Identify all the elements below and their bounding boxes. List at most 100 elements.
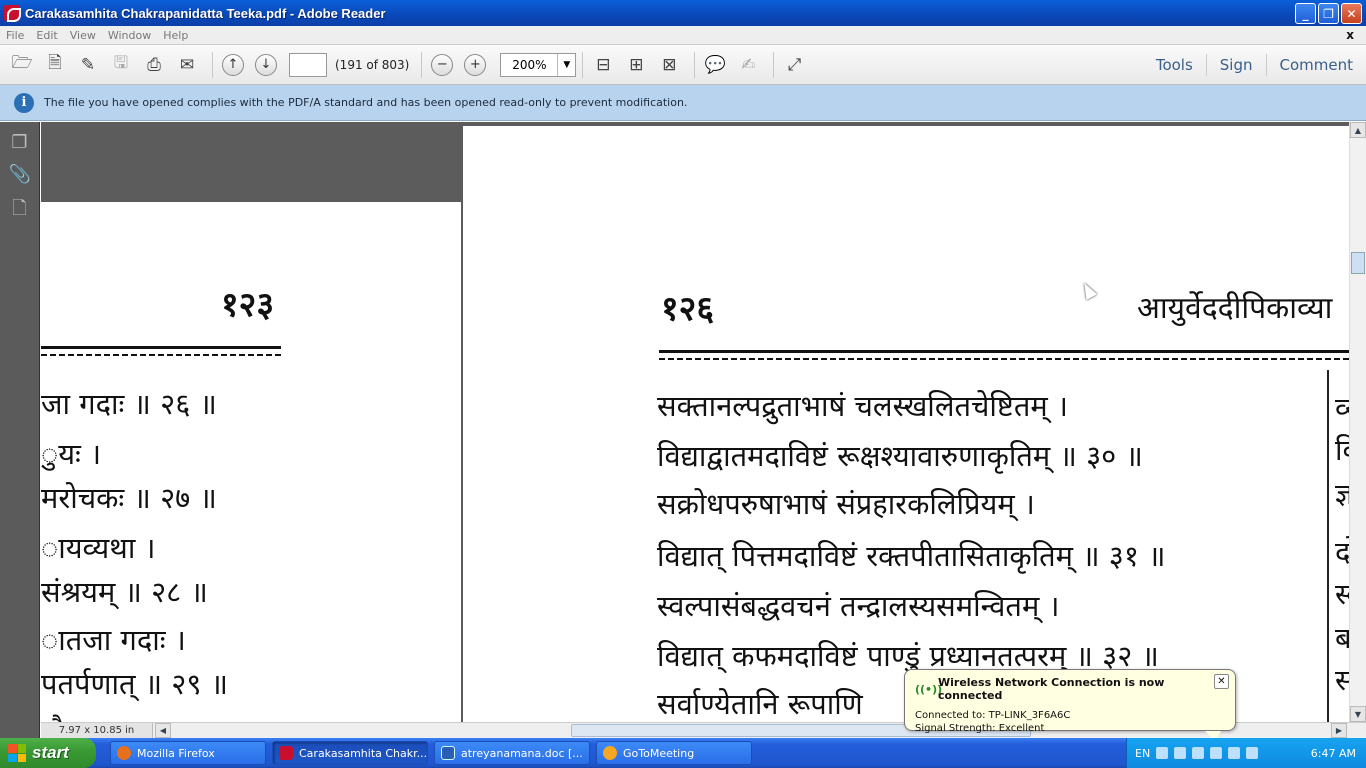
sign-tab[interactable]: Sign: [1205, 54, 1266, 76]
side-text: बा: [1335, 621, 1349, 655]
gotomeeting-tray-icon[interactable]: [1228, 747, 1241, 759]
scroll-down-icon[interactable]: ▼: [1350, 706, 1366, 722]
zoom-out-button[interactable]: −: [428, 51, 456, 79]
word-document-icon: [441, 746, 455, 760]
document-close-button[interactable]: x: [1340, 28, 1360, 42]
scrolling-mode-icon[interactable]: ⊠: [655, 51, 683, 79]
scroll-right-icon[interactable]: ▶: [1331, 723, 1347, 738]
balloon-connected-to: Connected to: TP-LINK_3F6A6C: [915, 710, 1071, 721]
text-line: पतर्पणात् ॥ २९ ॥: [41, 667, 229, 701]
previous-page-button[interactable]: ↑: [219, 51, 247, 79]
toolbar-separator: [694, 51, 696, 78]
title-bar: Carakasamhita Chakrapanidatta Teeka.pdf …: [0, 0, 1366, 26]
zoom-value: 200%: [512, 57, 547, 72]
zoom-select[interactable]: 200% ▼: [500, 52, 577, 77]
open-file-icon[interactable]: 🗁: [8, 51, 36, 79]
document-view[interactable]: १२३ जा गदाः ॥ २६ ॥ ुयः । मरोचकः ॥ २७ ॥ ा…: [41, 122, 1349, 722]
arrow-down-icon: ↓: [255, 53, 277, 76]
fit-page-icon[interactable]: ⊟: [589, 51, 617, 79]
gotomeeting-icon: [603, 746, 617, 760]
task-label: atreyanamana.doc [...: [461, 746, 583, 760]
taskbar: start Mozilla Firefox Carakasamhita Chak…: [0, 738, 1366, 768]
adobe-reader-icon: [279, 746, 293, 760]
highlight-icon[interactable]: ✍: [734, 51, 762, 79]
network-notification-balloon[interactable]: ((•)) Wireless Network Connection is now…: [904, 669, 1236, 741]
window-controls: _ ❐ ✕: [1295, 3, 1362, 24]
balloon-close-button[interactable]: ✕: [1214, 674, 1229, 689]
start-button[interactable]: start: [0, 738, 96, 768]
page-rule-wavy: [41, 354, 281, 356]
side-text: ज्ञ: [1335, 477, 1349, 511]
arrow-up-icon: ↑: [222, 53, 244, 76]
tray-icon[interactable]: [1156, 747, 1169, 759]
info-message: The file you have opened complies with t…: [44, 96, 688, 109]
minus-icon: −: [431, 53, 454, 76]
task-label: Mozilla Firefox: [137, 746, 215, 760]
next-page-button[interactable]: ↓: [252, 51, 280, 79]
email-icon[interactable]: ✉: [173, 51, 201, 79]
text-line: ुयः ।: [41, 437, 102, 471]
scroll-up-icon[interactable]: ▲: [1350, 122, 1366, 138]
signatures-icon[interactable]: 🗋: [9, 196, 31, 219]
save-icon[interactable]: 🖫: [107, 51, 135, 79]
task-gotomeeting[interactable]: GoToMeeting: [596, 741, 752, 765]
page-rule: [659, 350, 1349, 353]
close-button[interactable]: ✕: [1341, 3, 1362, 24]
vertical-scroll-thumb[interactable]: [1351, 252, 1365, 274]
navigation-panel: ❐ 📎 🗋: [0, 122, 40, 738]
print-icon[interactable]: ⎙: [140, 51, 168, 79]
toolbar: 🗁 🗎 ✎ 🖫 ⎙ ✉ ↑ ↓ (191 of 803) − + 200% ▼ …: [0, 45, 1366, 85]
toolbar-right-tabs: Tools Sign Comment: [1143, 45, 1366, 85]
balloon-title-row: ((•)) Wireless Network Connection is now…: [915, 676, 1225, 702]
verse-line: सक्रोधपरुषाभाषं संप्रहारकलिप्रियम् ।: [657, 487, 1035, 521]
tools-tab[interactable]: Tools: [1143, 54, 1206, 76]
verse-line: सक्तानल्पद्रुताभाषं चलस्खलितचेष्टितम् ।: [657, 389, 1068, 423]
page-header: आयुर्वेददीपिकाव्या: [1137, 291, 1333, 326]
task-word-document[interactable]: atreyanamana.doc [...: [434, 741, 590, 765]
page-thumbnails-icon[interactable]: ❐: [9, 132, 31, 154]
wireless-tray-icon[interactable]: [1210, 747, 1223, 759]
language-indicator[interactable]: EN: [1135, 747, 1150, 760]
text-line: ातजा गदाः ।: [41, 623, 186, 657]
info-icon: i: [14, 92, 34, 113]
page-number: १२६: [661, 289, 715, 329]
full-screen-icon[interactable]: ⤢: [780, 51, 808, 79]
verse-line: विद्यात् पित्तमदाविष्टं रक्तपीतासिताकृति…: [657, 539, 1166, 573]
tray-icon[interactable]: [1192, 747, 1205, 759]
scroll-left-icon[interactable]: ◀: [155, 723, 171, 738]
menu-file[interactable]: File: [0, 29, 30, 42]
task-adobe-reader[interactable]: Carakasamhita Chakr...: [272, 741, 428, 765]
side-text: कि: [1335, 430, 1349, 469]
verse-line: स्वल्पासंबद्धवचनं तन्द्रालस्यसमन्वितम् ।: [657, 589, 1060, 623]
tray-icon[interactable]: [1174, 747, 1187, 759]
tray-icon[interactable]: [1246, 747, 1259, 759]
text-line: ै: [51, 708, 68, 722]
attachments-paperclip-icon[interactable]: 📎: [9, 164, 31, 186]
task-label: Carakasamhita Chakr...: [299, 746, 428, 760]
restore-button[interactable]: ❐: [1318, 3, 1339, 24]
zoom-in-button[interactable]: +: [461, 51, 489, 79]
text-line: मरोचकः ॥ २७ ॥: [41, 481, 217, 515]
edit-pdf-icon[interactable]: ✎: [74, 51, 102, 79]
vertical-scrollbar[interactable]: ▲ ▼: [1349, 122, 1366, 722]
pdfa-info-bar: i The file you have opened complies with…: [0, 85, 1366, 121]
create-pdf-icon[interactable]: 🗎: [41, 51, 69, 79]
comment-tab[interactable]: Comment: [1265, 54, 1366, 76]
task-firefox[interactable]: Mozilla Firefox: [110, 741, 266, 765]
page-number-input[interactable]: [289, 52, 327, 77]
side-text: दो: [1335, 535, 1349, 569]
menu-window[interactable]: Window: [102, 29, 157, 42]
clock[interactable]: 6:47 AM: [1311, 747, 1356, 760]
chevron-down-icon[interactable]: ▼: [557, 53, 575, 76]
menu-edit[interactable]: Edit: [30, 29, 63, 42]
fit-width-icon[interactable]: ⊞: [622, 51, 650, 79]
verse-line: विद्याद्वातमदाविष्टं रूक्षश्यावारुणाकृति…: [657, 439, 1143, 473]
minimize-button[interactable]: _: [1295, 3, 1316, 24]
menu-view[interactable]: View: [64, 29, 102, 42]
verse-line: सर्वाण्येतानि रूपाणि: [657, 687, 863, 721]
page-number: १२३: [221, 285, 275, 325]
comment-note-icon[interactable]: 💬: [701, 51, 729, 79]
page-size-label: 7.97 x 10.85 in: [41, 723, 153, 738]
menu-help[interactable]: Help: [157, 29, 194, 42]
start-label: start: [32, 743, 69, 762]
